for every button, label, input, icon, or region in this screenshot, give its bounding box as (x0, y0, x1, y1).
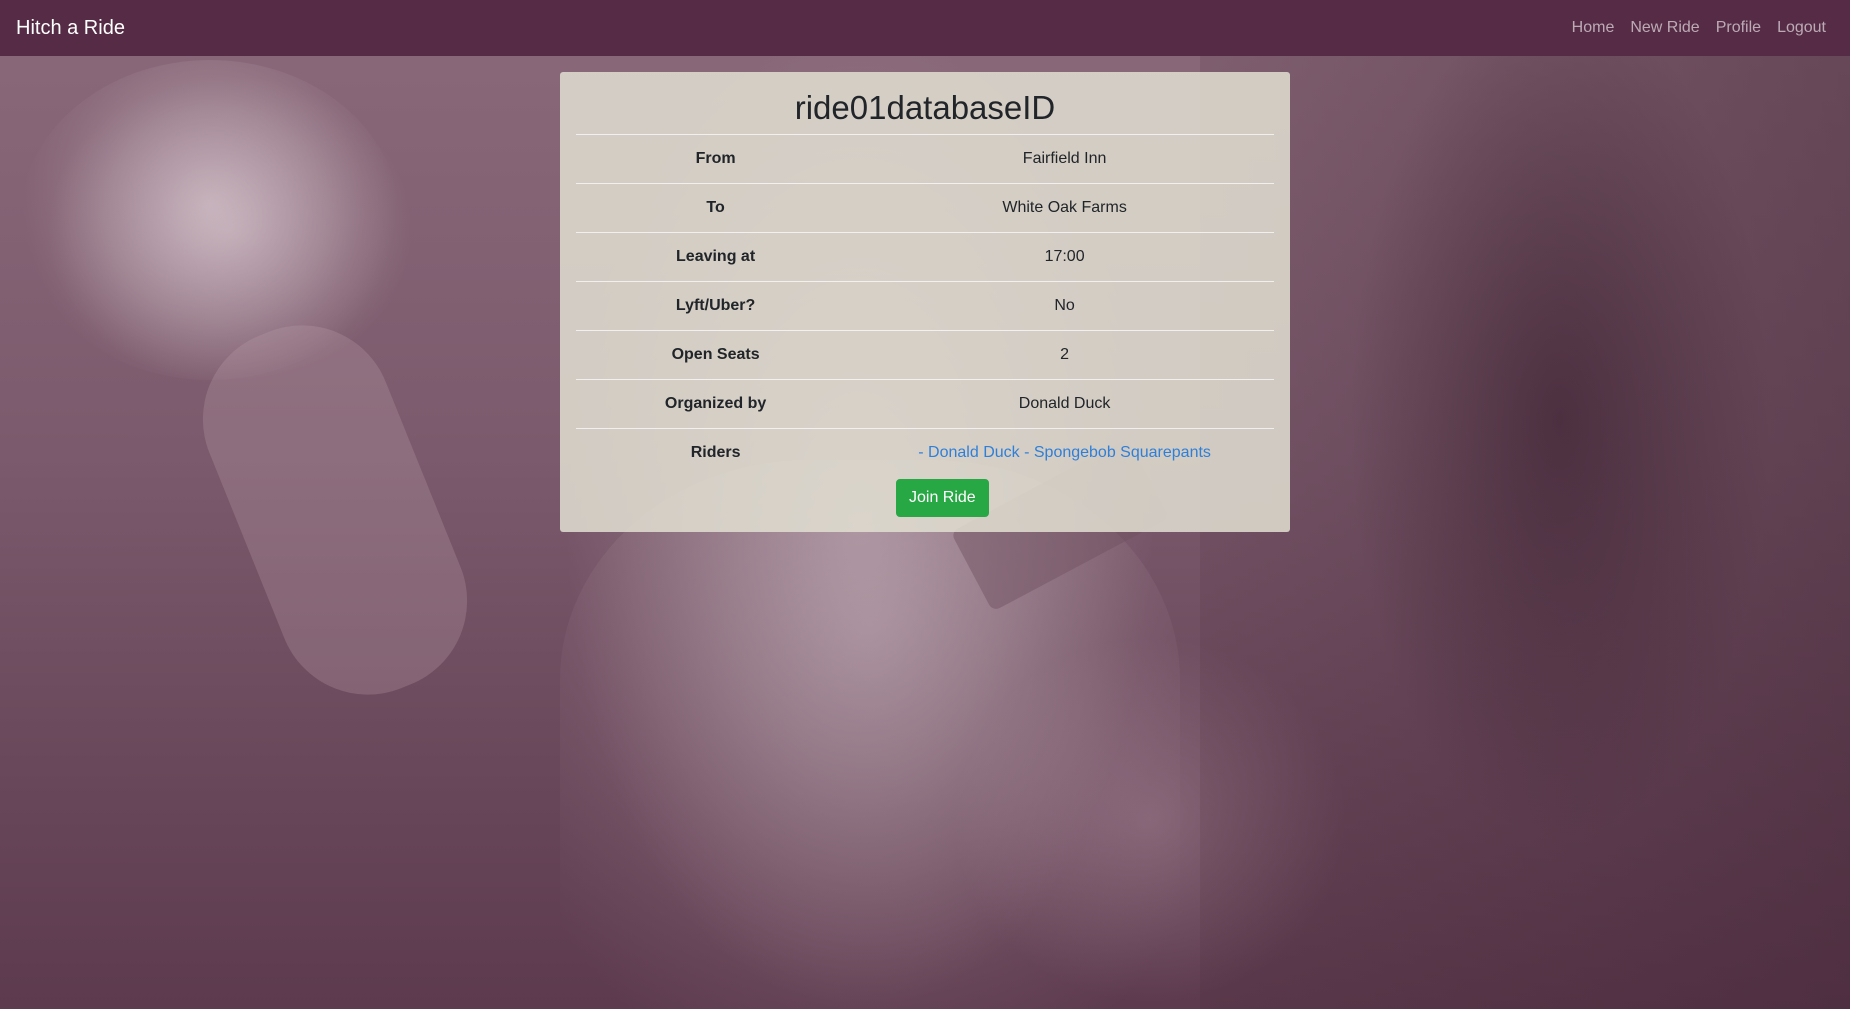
brand-link[interactable]: Hitch a Ride (16, 17, 125, 40)
background-arm-shape (175, 298, 495, 722)
top-navbar: Hitch a Ride Home New Ride Profile Logou… (0, 0, 1850, 56)
table-row: Leaving at 17:00 (576, 231, 1274, 282)
button-row: Join Ride (576, 477, 1274, 537)
row-value-open-seats: 2 (855, 329, 1274, 380)
row-value-from: Fairfield Inn (855, 133, 1274, 184)
riders-list: - Donald Duck - Spongebob Squarepants (855, 427, 1274, 477)
row-label-organized-by: Organized by (576, 378, 856, 429)
row-label-from: From (576, 133, 856, 184)
table-row: Lyft/Uber? No (576, 280, 1274, 331)
background-suit-shape (1200, 56, 1850, 1009)
table-row: Organized by Donald Duck (576, 378, 1274, 429)
nav-profile-link[interactable]: Profile (1708, 19, 1769, 37)
nav-new-ride-link[interactable]: New Ride (1622, 19, 1707, 37)
nav-home-link[interactable]: Home (1564, 19, 1623, 37)
row-label-riders: Riders (576, 427, 856, 477)
ride-details-table: From Fairfield Inn To White Oak Farms Le… (576, 133, 1274, 477)
ride-title: ride01databaseID (794, 89, 1056, 126)
row-label-to: To (576, 182, 856, 233)
join-ride-button[interactable]: Join Ride (896, 478, 989, 517)
row-value-organized-by: Donald Duck (855, 378, 1274, 429)
ride-details-card: ride01databaseID From Fairfield Inn To W… (560, 72, 1290, 532)
row-value-leaving-at: 17:00 (855, 231, 1274, 282)
nav-logout-link[interactable]: Logout (1769, 19, 1834, 37)
row-label-open-seats: Open Seats (576, 329, 856, 380)
rider-link-spongebob[interactable]: - Spongebob Squarepants (1024, 444, 1211, 461)
background-bouquet-shape (20, 60, 400, 380)
rider-link-donald-duck[interactable]: - Donald Duck (918, 444, 1019, 461)
row-value-to: White Oak Farms (855, 182, 1274, 233)
nav-links: Home New Ride Profile Logout (1564, 19, 1834, 37)
table-row: Riders - Donald Duck - Spongebob Squarep… (576, 427, 1274, 477)
table-row: Open Seats 2 (576, 329, 1274, 380)
row-label-lyft-uber: Lyft/Uber? (576, 280, 856, 331)
table-row: From Fairfield Inn (576, 133, 1274, 184)
row-label-leaving-at: Leaving at (576, 231, 856, 282)
table-row: To White Oak Farms (576, 182, 1274, 233)
row-value-lyft-uber: No (855, 280, 1274, 331)
